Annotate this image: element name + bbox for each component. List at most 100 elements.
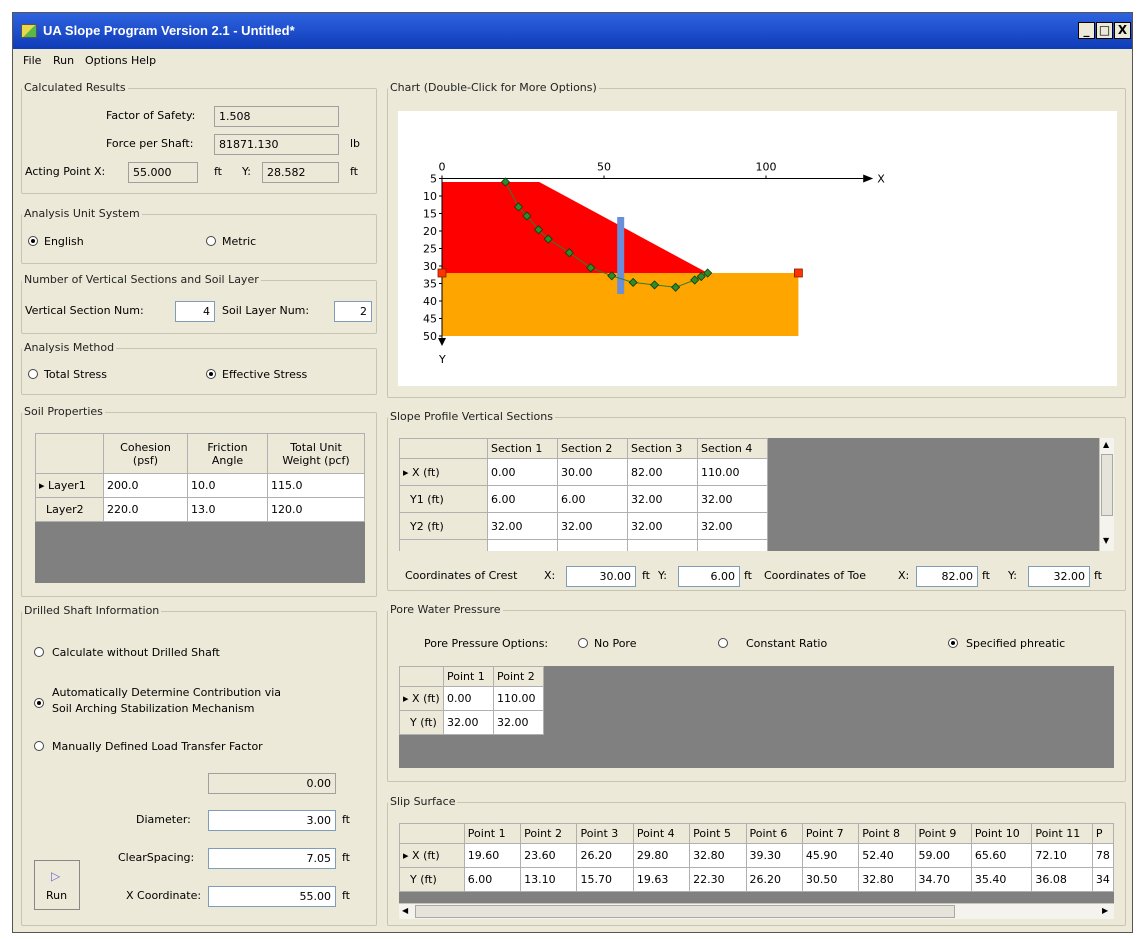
table-cell[interactable]: 65.60 <box>970 843 1033 868</box>
table-cell[interactable]: 29.80 <box>632 843 691 868</box>
table-cell[interactable]: 220.0 <box>103 497 188 522</box>
auto-determine-label-2[interactable]: Soil Arching Stabilization Mechanism <box>52 702 254 715</box>
table-cell[interactable]: 32.00 <box>557 512 628 540</box>
table-cell[interactable]: 26.20 <box>576 843 634 868</box>
table-cell[interactable]: 32.00 <box>627 512 698 540</box>
auto-determine-radio[interactable] <box>34 698 44 708</box>
table-cell[interactable]: 115.0 <box>267 473 365 498</box>
scroll-up-icon[interactable]: ▲ <box>1103 440 1109 449</box>
manual-ltf-label[interactable]: Manually Defined Load Transfer Factor <box>52 740 263 753</box>
table-cell[interactable]: 52.40 <box>858 843 916 868</box>
menu-options[interactable]: Options <box>85 54 127 67</box>
slip-h-scrollbar[interactable]: ◀ ▶ <box>399 903 1114 919</box>
effective-stress-radio[interactable] <box>206 369 216 379</box>
total-stress-label[interactable]: Total Stress <box>44 368 107 381</box>
table-cell[interactable]: 19.63 <box>632 867 691 892</box>
table-cell[interactable]: 36.08 <box>1031 867 1093 892</box>
crest-y-field[interactable]: 6.00 <box>678 566 740 587</box>
scroll-right-icon[interactable]: ▶ <box>1102 906 1108 915</box>
calc-without-shaft-label[interactable]: Calculate without Drilled Shaft <box>52 646 220 659</box>
table-cell[interactable]: 15.70 <box>576 867 634 892</box>
table-cell[interactable]: 39.30 <box>745 843 803 868</box>
diameter-field[interactable]: 3.00 <box>208 810 336 831</box>
maximize-button[interactable]: □ <box>1096 22 1113 39</box>
constant-ratio-label[interactable]: Constant Ratio <box>746 637 827 650</box>
minimize-button[interactable]: _ <box>1078 22 1095 39</box>
table-cell[interactable]: 30.00 <box>557 458 628 486</box>
table-row[interactable]: ▸ Layer1 200.0 10.0 115.0 <box>35 473 365 498</box>
english-radio[interactable] <box>28 236 38 246</box>
auto-determine-label-1[interactable]: Automatically Determine Contribution via <box>52 686 281 699</box>
table-row[interactable]: ▸ X (ft) 19.60 23.60 26.20 29.80 32.80 3… <box>399 843 1114 868</box>
table-cell[interactable]: 32.80 <box>689 843 747 868</box>
run-button[interactable]: ▷ Run <box>34 860 80 910</box>
table-cell[interactable]: 35.40 <box>970 867 1033 892</box>
table-cell[interactable]: 32.00 <box>493 710 544 735</box>
table-row[interactable]: Y (ft) 6.00 13.10 15.70 19.63 22.30 26.2… <box>399 867 1114 892</box>
slope-chart[interactable]: X Y 0 50 100 5 10 15 20 25 30 35 40 45 50 <box>398 111 1117 386</box>
table-row[interactable]: ▸ X (ft) 0.00 30.00 82.00 110.00 <box>399 458 768 486</box>
profile-scrollbar[interactable]: ▲ ▼ <box>1099 438 1114 551</box>
table-cell[interactable]: 82.00 <box>627 458 698 486</box>
table-cell[interactable]: 110.00 <box>697 458 768 486</box>
table-cell[interactable]: 26.20 <box>745 867 803 892</box>
table-cell[interactable]: 6.00 <box>487 485 558 513</box>
clear-spacing-field[interactable]: 7.05 <box>208 848 336 869</box>
table-cell[interactable]: 32.00 <box>487 512 558 540</box>
close-button[interactable]: X <box>1114 22 1131 39</box>
phreatic-radio[interactable] <box>948 638 958 648</box>
table-row[interactable]: ▸ X (ft) 0.00 110.00 <box>399 686 544 711</box>
menu-run[interactable]: Run <box>53 54 74 67</box>
table-row[interactable]: Y1 (ft) 6.00 6.00 32.00 32.00 <box>399 485 768 513</box>
metric-radio[interactable] <box>206 236 216 246</box>
crest-x-field[interactable]: 30.00 <box>566 566 636 587</box>
effective-stress-label[interactable]: Effective Stress <box>222 368 307 381</box>
table-cell[interactable]: 22.30 <box>689 867 747 892</box>
constant-ratio-radio[interactable] <box>718 638 728 648</box>
table-cell[interactable]: 32.00 <box>627 485 698 513</box>
calc-without-shaft-radio[interactable] <box>34 647 44 657</box>
h-scrollbar-thumb[interactable] <box>415 905 955 918</box>
table-cell[interactable]: 32.00 <box>697 512 768 540</box>
table-cell[interactable]: 13.10 <box>520 867 578 892</box>
table-cell[interactable]: 32.80 <box>858 867 916 892</box>
menu-file[interactable]: File <box>23 54 41 67</box>
scrollbar-thumb[interactable] <box>1101 454 1113 516</box>
table-row[interactable]: Y2 (ft) 32.00 32.00 32.00 32.00 <box>399 512 768 540</box>
table-cell[interactable]: 110.00 <box>493 686 544 711</box>
table-cell[interactable]: 120.0 <box>267 497 365 522</box>
toe-x-field[interactable]: 82.00 <box>916 566 978 587</box>
table-cell[interactable]: 30.50 <box>801 867 860 892</box>
table-cell[interactable]: 72.10 <box>1031 843 1093 868</box>
scroll-down-icon[interactable]: ▼ <box>1103 536 1109 545</box>
table-row[interactable]: Y (ft) 32.00 32.00 <box>399 710 544 735</box>
table-cell[interactable]: 0.00 <box>487 458 558 486</box>
metric-label[interactable]: Metric <box>222 235 256 248</box>
table-row[interactable]: Layer2 220.0 13.0 120.0 <box>35 497 365 522</box>
table-cell[interactable]: 19.60 <box>463 843 522 868</box>
table-cell[interactable]: 6.00 <box>557 485 628 513</box>
table-cell[interactable]: 0.00 <box>443 686 494 711</box>
title-bar[interactable]: UA Slope Program Version 2.1 - Untitled*… <box>13 13 1132 49</box>
no-pore-label[interactable]: No Pore <box>594 637 636 650</box>
scroll-left-icon[interactable]: ◀ <box>402 906 408 915</box>
table-cell[interactable]: 10.0 <box>187 473 268 498</box>
english-label[interactable]: English <box>44 235 84 248</box>
manual-ltf-radio[interactable] <box>34 741 44 751</box>
table-cell[interactable]: 34 <box>1091 867 1114 892</box>
table-cell[interactable]: 45.90 <box>801 843 860 868</box>
table-cell[interactable]: 32.00 <box>697 485 768 513</box>
menu-help[interactable]: Help <box>131 54 156 67</box>
total-stress-radio[interactable] <box>28 369 38 379</box>
no-pore-radio[interactable] <box>578 638 588 648</box>
soil-layer-field[interactable]: 2 <box>334 301 372 322</box>
x-coordinate-field[interactable]: 55.00 <box>208 886 336 907</box>
table-cell[interactable]: 59.00 <box>914 843 972 868</box>
chart-title[interactable]: Chart (Double-Click for More Options) <box>388 81 599 94</box>
table-cell[interactable]: 78 <box>1091 843 1114 868</box>
table-cell[interactable]: 32.00 <box>443 710 494 735</box>
table-cell[interactable]: 200.0 <box>103 473 188 498</box>
table-cell[interactable]: 23.60 <box>520 843 578 868</box>
table-cell[interactable]: 6.00 <box>463 867 522 892</box>
table-cell[interactable]: 13.0 <box>187 497 268 522</box>
